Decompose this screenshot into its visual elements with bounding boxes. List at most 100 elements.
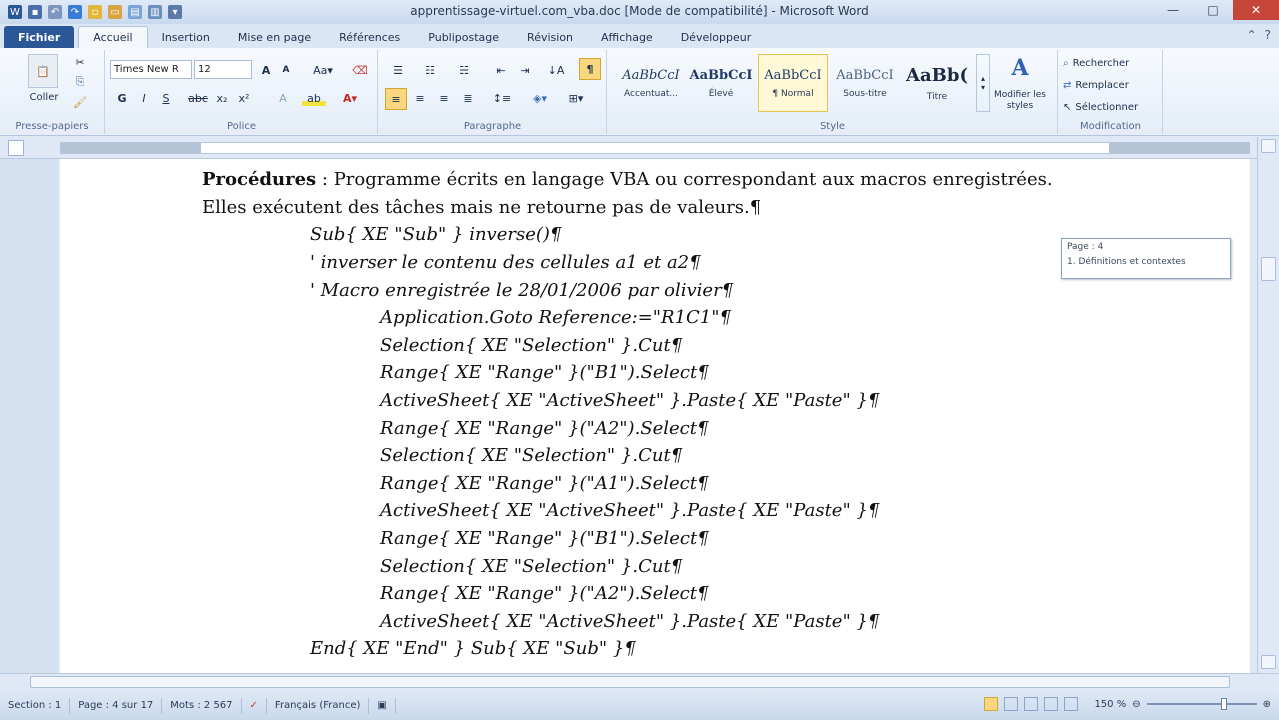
tab-affichage[interactable]: Affichage xyxy=(587,26,667,48)
increase-indent-icon[interactable]: ⇥ xyxy=(517,62,533,78)
help-icon[interactable]: ? xyxy=(1265,28,1271,42)
modify-styles-button[interactable]: Modifier les styles xyxy=(992,88,1048,114)
tab-references[interactable]: Références xyxy=(325,26,414,48)
tab-fichier[interactable]: Fichier xyxy=(4,26,75,48)
code-line-11: ActiveSheet{ XE "ActiveSheet" }.Paste{ X… xyxy=(380,500,880,521)
outline-icon[interactable] xyxy=(1044,697,1059,711)
status-section[interactable]: Section : 1 xyxy=(0,697,71,714)
style-sous-titre[interactable]: AaBbCcI Sous-titre xyxy=(830,54,900,112)
font-size-box[interactable]: 12 xyxy=(194,60,252,79)
styles-scroll-icon[interactable]: ▴ ▾ xyxy=(976,54,990,112)
decrease-indent-icon[interactable]: ⇤ xyxy=(493,62,509,78)
shading-icon[interactable]: ◈▾ xyxy=(529,90,551,106)
italic-icon[interactable]: I xyxy=(136,90,152,106)
hscroll-thumb[interactable] xyxy=(30,676,1230,688)
clear-format-icon[interactable]: ⌫ xyxy=(352,62,368,78)
close-button[interactable]: ✕ xyxy=(1233,0,1279,20)
show-formatting-icon[interactable]: ¶ xyxy=(579,58,601,80)
style-accentuation[interactable]: AaBbCcI Accentuat... xyxy=(616,54,686,112)
zoom-out-icon[interactable]: ⊖ xyxy=(1132,699,1140,710)
status-bar: Section : 1 Page : 4 sur 17 Mots : 2 567… xyxy=(0,691,1279,720)
code-line-13: Selection{ XE "Selection" }.Cut¶ xyxy=(380,556,683,577)
tab-mise-en-page[interactable]: Mise en page xyxy=(224,26,325,48)
zoom-slider[interactable] xyxy=(1146,698,1257,710)
scroll-thumb[interactable] xyxy=(1261,257,1276,281)
tab-publipostage[interactable]: Publipostage xyxy=(414,26,513,48)
shrink-font-icon[interactable]: A xyxy=(278,62,294,78)
text-effects-icon[interactable]: A xyxy=(274,90,292,106)
code-line-12: Range{ XE "Range" }("B1").Select¶ xyxy=(380,528,709,549)
print-layout-icon[interactable] xyxy=(984,697,999,711)
horizontal-scrollbar[interactable] xyxy=(0,673,1279,691)
scroll-down-arrow[interactable] xyxy=(1261,655,1276,669)
cut-icon[interactable]: ✂ xyxy=(72,54,88,70)
copy-icon[interactable]: ⎘ xyxy=(72,74,88,90)
status-language[interactable]: Français (France) xyxy=(267,697,370,714)
strikethrough-icon[interactable]: abc xyxy=(188,90,208,106)
numbering-icon[interactable]: ☷ xyxy=(419,62,441,78)
macro-record-icon[interactable]: ▣ xyxy=(369,697,396,714)
draft-icon[interactable] xyxy=(1064,697,1079,711)
modify-styles-icon[interactable]: A xyxy=(1000,52,1040,84)
select-label: Sélectionner xyxy=(1075,101,1139,113)
tab-revision[interactable]: Révision xyxy=(513,26,587,48)
full-screen-icon[interactable] xyxy=(1004,697,1019,711)
highlight-icon[interactable]: ab xyxy=(302,90,326,106)
tab-developpeur[interactable]: Développeur xyxy=(667,26,766,48)
left-margin-area xyxy=(0,159,58,673)
style-sample: AaBbCcI xyxy=(622,67,680,83)
format-painter-icon[interactable]: 🖌 xyxy=(72,94,88,110)
style-normal[interactable]: AaBbCcI ¶ Normal xyxy=(758,54,828,112)
tab-accueil[interactable]: Accueil xyxy=(78,26,148,48)
bold-icon[interactable]: G xyxy=(114,90,130,106)
zoom-level[interactable]: 150 % xyxy=(1094,699,1126,710)
document-page[interactable]: Procédures : Programme écrits en langage… xyxy=(60,159,1250,673)
align-left-icon[interactable]: ≡ xyxy=(385,88,407,110)
align-right-icon[interactable]: ≡ xyxy=(435,90,453,106)
paste-button[interactable]: Coller xyxy=(22,90,66,104)
binoculars-icon: ⌕ xyxy=(1063,57,1069,69)
paste-icon[interactable]: 📋 xyxy=(28,54,58,88)
underline-icon[interactable]: S xyxy=(158,90,174,106)
minimize-button[interactable]: — xyxy=(1153,0,1193,20)
web-layout-icon[interactable] xyxy=(1024,697,1039,711)
styles-group-label: Style xyxy=(819,121,846,132)
styles-group: AaBbCcI Accentuat... AaBbCcI Élevé AaBbC… xyxy=(608,50,1058,134)
zoom-in-icon[interactable]: ⊕ xyxy=(1263,699,1271,710)
font-name-box[interactable]: Times New R xyxy=(110,60,192,79)
bullets-icon[interactable]: ☰ xyxy=(387,62,409,78)
tooltip-section: 1. Définitions et contextes xyxy=(1067,257,1186,267)
font-color-icon[interactable]: A▾ xyxy=(338,90,362,106)
find-button[interactable]: ⌕ Rechercher xyxy=(1063,54,1157,72)
status-words[interactable]: Mots : 2 567 xyxy=(162,697,242,714)
style-titre[interactable]: AaBb( Titre xyxy=(902,54,972,112)
horizontal-ruler[interactable] xyxy=(0,137,1279,159)
code-line-9: Selection{ XE "Selection" }.Cut¶ xyxy=(380,445,683,466)
borders-icon[interactable]: ⊞▾ xyxy=(565,90,587,106)
vertical-scrollbar[interactable] xyxy=(1257,137,1279,673)
line-spacing-icon[interactable]: ↕≡ xyxy=(491,90,513,106)
multilevel-list-icon[interactable]: ☵ xyxy=(453,62,475,78)
replace-button[interactable]: ⇄ Remplacer xyxy=(1063,76,1157,94)
justify-icon[interactable]: ≣ xyxy=(459,90,477,106)
style-eleve[interactable]: AaBbCcI Élevé xyxy=(686,54,756,112)
status-page[interactable]: Page : 4 sur 17 xyxy=(70,697,163,714)
spellcheck-icon[interactable]: ✓ xyxy=(242,697,267,714)
align-center-icon[interactable]: ≡ xyxy=(411,90,429,106)
subscript-icon[interactable]: x₂ xyxy=(214,90,230,106)
tab-selector-button[interactable] xyxy=(8,140,24,156)
select-button[interactable]: ↖ Sélectionner xyxy=(1063,98,1157,116)
maximize-button[interactable]: □ xyxy=(1193,0,1233,20)
paragraph-group: ☰ ☷ ☵ ⇤ ⇥ ↓A ¶ ≡ ≡ ≡ ≣ ↕≡ ◈▾ ⊞▾ Paragrap… xyxy=(379,50,607,134)
change-case-icon[interactable]: Aa▾ xyxy=(310,62,336,78)
tab-insertion[interactable]: Insertion xyxy=(148,26,224,48)
zoom-slider-thumb[interactable] xyxy=(1220,698,1227,710)
superscript-icon[interactable]: x² xyxy=(236,90,252,106)
grow-font-icon[interactable]: A xyxy=(258,62,274,78)
scroll-up-arrow[interactable] xyxy=(1261,139,1276,153)
code-line-15: ActiveSheet{ XE "ActiveSheet" }.Paste{ X… xyxy=(380,611,880,632)
ribbon-tabs: Fichier Accueil Insertion Mise en page R… xyxy=(0,24,1279,48)
sort-icon[interactable]: ↓A xyxy=(547,62,565,78)
code-line-7: ActiveSheet{ XE "ActiveSheet" }.Paste{ X… xyxy=(380,390,880,411)
minimize-ribbon-icon[interactable]: ⌃ xyxy=(1247,28,1257,42)
